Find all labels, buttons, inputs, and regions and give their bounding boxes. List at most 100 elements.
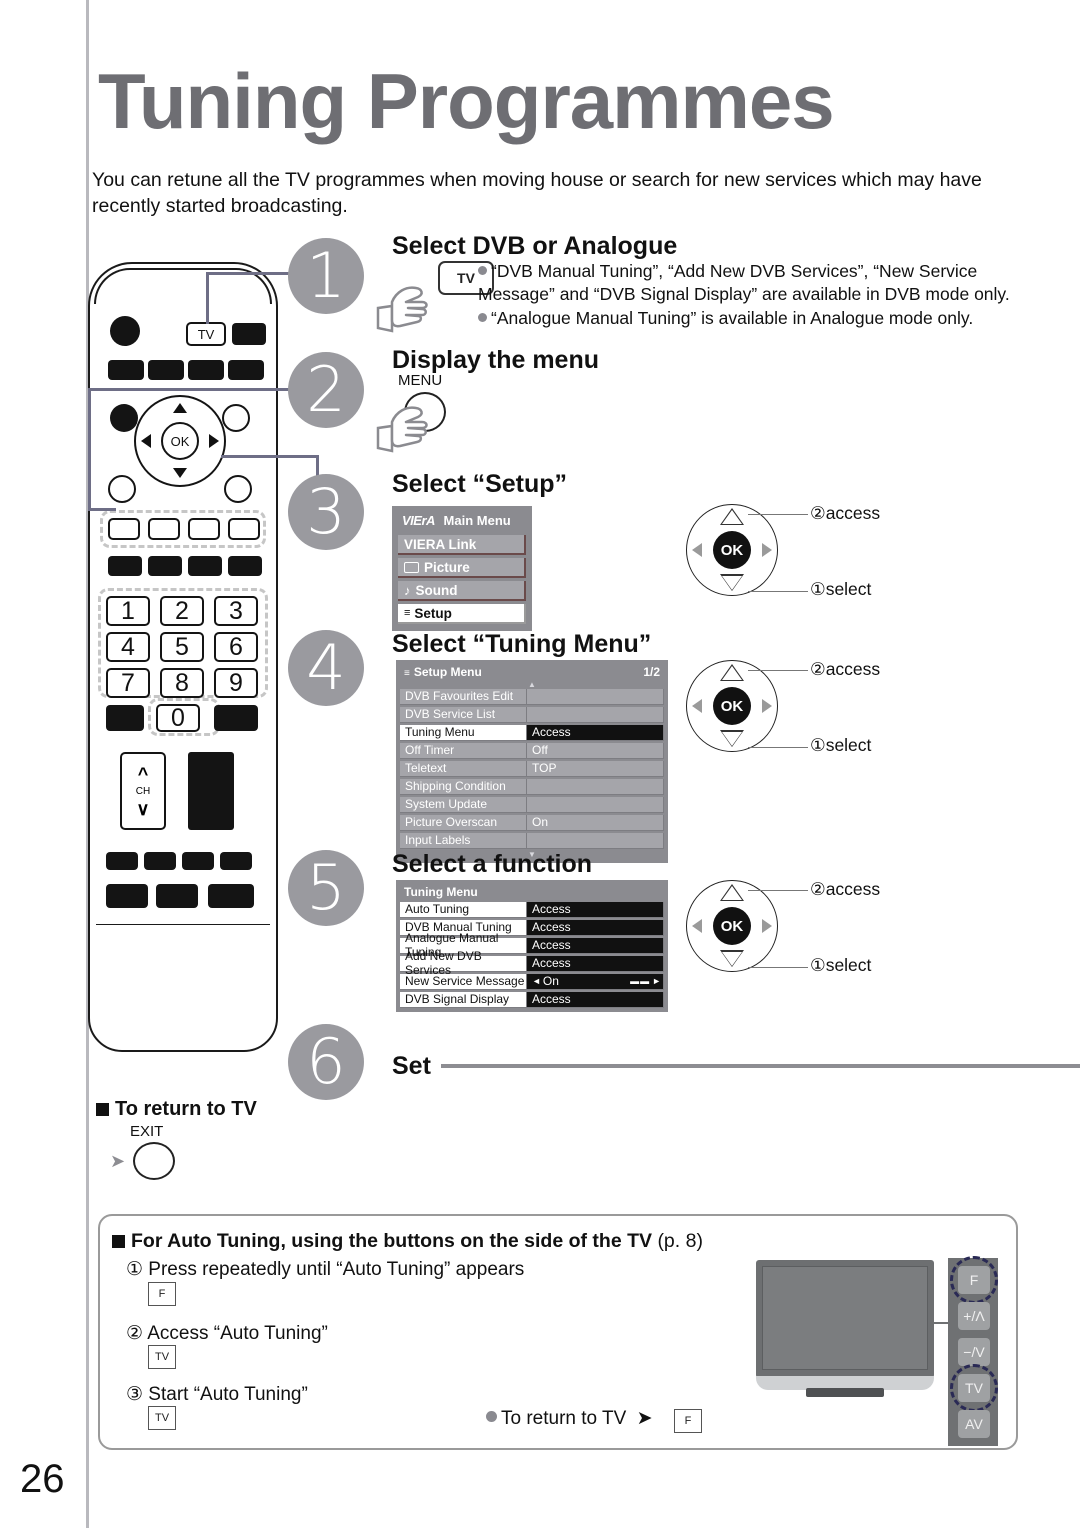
- setup-menu-row[interactable]: System Update: [400, 796, 664, 813]
- tuning-menu-row[interactable]: Auto Tuning Access: [400, 901, 664, 918]
- remote-ok-button: OK: [161, 422, 199, 460]
- nav-left-icon: [692, 543, 702, 557]
- step-6-number: 6: [288, 1024, 364, 1100]
- main-menu-item-picture[interactable]: Picture: [398, 558, 526, 578]
- value-stepper-bars-icon: ▬▬: [630, 976, 651, 987]
- tuning-menu-title: Tuning Menu: [404, 885, 478, 899]
- tuning-menu-osd: Tuning Menu Auto Tuning Access DVB Manual …: [396, 880, 668, 1012]
- lead-line-access-step3: [748, 514, 808, 516]
- bullet-dot-icon: [486, 1411, 497, 1422]
- connector-step2-vertical-left: [88, 388, 91, 510]
- hand-pointer-icon-step2: [372, 398, 434, 461]
- step-2-title: Display the menu: [392, 346, 599, 374]
- setup-menu-row[interactable]: Teletext TOP: [400, 760, 664, 777]
- remote-dark-button-3: [188, 556, 222, 576]
- nav-pad-diagram-step3: OK: [686, 504, 778, 596]
- auto-tuning-step-1-key: F: [148, 1282, 176, 1306]
- remote-right-of-zero-button: [214, 705, 258, 731]
- auto-tuning-return-line: To return to TV ➤: [486, 1407, 658, 1430]
- square-bullet-icon: [96, 1103, 109, 1116]
- nav-pad-diagram-step5: OK: [686, 880, 778, 972]
- music-note-icon: ♪: [404, 582, 411, 598]
- remote-control-illustration: TV OK 1 2 3 4 5 6 7 8 9 0 ^ CH ∨: [88, 262, 278, 1052]
- annot-access-step3: ②access: [810, 503, 881, 523]
- remote-exit-button: [222, 404, 250, 432]
- setup-menu-row[interactable]: Input Labels: [400, 832, 664, 849]
- manual-page: Tuning Programmes You can retune all the…: [0, 0, 1080, 1528]
- tuning-menu-row-value: Access: [527, 919, 664, 936]
- tv-side-button-v[interactable]: −/V: [958, 1338, 990, 1366]
- step-1-title: Select DVB or Analogue: [392, 232, 678, 260]
- setup-menu-row[interactable]: Shipping Condition: [400, 778, 664, 795]
- remote-dark-button-2: [148, 556, 182, 576]
- tuning-menu-row[interactable]: DVB Signal Display Access: [400, 991, 664, 1008]
- tv-side-button-[interactable]: +/Λ: [958, 1302, 990, 1330]
- setup-menu-row-value: [527, 688, 664, 705]
- list-icon: ≡: [404, 607, 411, 619]
- nav-ok-button[interactable]: OK: [713, 531, 751, 569]
- viera-main-menu-header: VIErA Main Menu: [398, 511, 526, 532]
- tuning-menu-header: Tuning Menu: [400, 883, 664, 900]
- tv-stand: [806, 1388, 884, 1397]
- value-left-arrow-icon[interactable]: ◄: [532, 976, 541, 986]
- remote-nav-right-icon: [209, 434, 219, 448]
- main-menu-item-setup[interactable]: ≡ Setup: [398, 604, 526, 624]
- tv-screen: [762, 1266, 928, 1370]
- step-3-title: Select “Setup”: [392, 470, 568, 498]
- auto-tuning-step-1-text: ① Press repeatedly until “Auto Tuning” a…: [126, 1259, 525, 1280]
- setup-menu-row[interactable]: Tuning Menu Access: [400, 724, 664, 741]
- remote-colour-button-2: [148, 360, 184, 380]
- step-6-title: Set: [392, 1052, 431, 1080]
- tuning-menu-row-value: Access: [527, 901, 664, 918]
- auto-tuning-page-ref: (p. 8): [657, 1230, 703, 1252]
- annot-access-step5: ②access: [810, 879, 881, 899]
- tuning-menu-row-label: Add New DVB Services: [400, 949, 527, 977]
- nav-ok-button[interactable]: OK: [713, 907, 751, 945]
- remote-bottom-button-1: [106, 884, 148, 908]
- nav-up-icon: [722, 510, 742, 524]
- remote-lower-button-2: [144, 852, 176, 870]
- tuning-menu-row-value: Access: [527, 955, 664, 972]
- picture-icon: [404, 561, 419, 573]
- annot-select-step3: ①select: [810, 579, 872, 599]
- setup-menu-row-label: System Update: [400, 796, 527, 813]
- remote-key-9: 9: [214, 668, 258, 698]
- tv-side-button-f[interactable]: F: [958, 1266, 990, 1294]
- nav-ok-button[interactable]: OK: [713, 687, 751, 725]
- remote-menu-button: [110, 404, 138, 432]
- remote-divider-2: [96, 924, 270, 925]
- remote-key-4: 4: [106, 632, 150, 662]
- tuning-menu-row[interactable]: New Service Message ◄ On ▬▬ ►: [400, 973, 664, 990]
- setup-menu-rows: DVB Favourites Edit DVB Service List Tunin…: [400, 688, 664, 849]
- main-menu-item-label: Picture: [424, 559, 470, 575]
- tv-side-button-tv[interactable]: TV: [958, 1374, 990, 1402]
- main-menu-item-sound[interactable]: ♪ Sound: [398, 581, 526, 601]
- remote-dark-button-1: [108, 556, 142, 576]
- value-right-arrow-icon[interactable]: ►: [652, 976, 661, 986]
- step-5-number: 5: [288, 850, 364, 926]
- page-number: 26: [20, 1457, 65, 1501]
- setup-menu-page-indicator: 1/2: [643, 665, 660, 679]
- setup-menu-row[interactable]: DVB Favourites Edit: [400, 688, 664, 705]
- tuning-menu-row-value-text: On: [542, 974, 559, 989]
- viera-main-menu-title: Main Menu: [443, 513, 511, 528]
- setup-menu-row[interactable]: Off Timer Off: [400, 742, 664, 759]
- tv-side-button-av[interactable]: AV: [958, 1410, 990, 1438]
- remote-lower-button-3: [182, 852, 214, 870]
- main-menu-item-viera-link[interactable]: VIERA Link: [398, 535, 526, 555]
- remote-key-5: 5: [160, 632, 204, 662]
- setup-menu-row[interactable]: DVB Service List: [400, 706, 664, 723]
- tuning-menu-row-value: Access: [527, 991, 664, 1008]
- remote-colour-button-1: [108, 360, 144, 380]
- setup-menu-row[interactable]: Picture Overscan On: [400, 814, 664, 831]
- setup-menu-scroll-up-icon[interactable]: ▲: [400, 681, 664, 689]
- remote-channel-rocker: ^ CH ∨: [120, 752, 166, 830]
- remote-nav-up-icon: [173, 403, 187, 413]
- bullet-dot-icon: [478, 313, 487, 322]
- annot-select-step5: ①select: [810, 955, 872, 975]
- arrow-right-icon: ➤: [636, 1408, 653, 1429]
- tuning-menu-row[interactable]: Add New DVB Services Access: [400, 949, 664, 977]
- step-2-number: 2: [288, 352, 364, 428]
- nav-down-icon: [722, 952, 742, 966]
- connector-step3-horizontal: [221, 455, 319, 458]
